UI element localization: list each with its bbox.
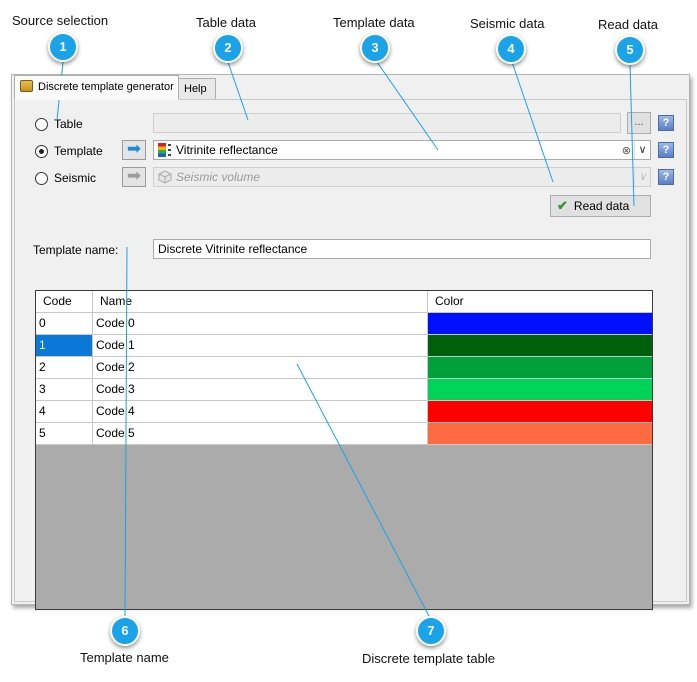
code-cell[interactable]: 5 [36, 423, 93, 445]
color-cell[interactable] [428, 357, 652, 379]
code-cell[interactable]: 4 [36, 401, 93, 423]
template-radio[interactable] [35, 144, 48, 158]
read-data-button[interactable]: ✔ Read data [550, 195, 651, 217]
browse-button[interactable]: ... [627, 112, 651, 134]
discrete-template-table: Code Name Color 0 Code 0 1 Code 1 2 Code… [35, 290, 653, 610]
generator-panel: Table ... ? Template ➡ Vitrinite reflect… [14, 99, 687, 610]
tab-help[interactable]: Help [178, 78, 216, 100]
callout-label-discrete-template-table: Discrete template table [362, 651, 495, 666]
clear-icon[interactable]: ⊗ [622, 144, 631, 157]
callout-label-seismic-data: Seismic data [470, 16, 545, 31]
source-seismic-option[interactable]: Seismic [35, 170, 96, 186]
table-radio-label: Table [54, 117, 83, 131]
checkmark-icon: ✔ [557, 198, 568, 213]
code-cell[interactable]: 0 [36, 313, 93, 335]
source-table-option[interactable]: Table [35, 116, 83, 132]
help-icon[interactable]: ? [658, 115, 674, 131]
seismic-combo-value: Seismic volume [176, 170, 261, 184]
dialog-window: Discrete template generator Help Table .… [11, 74, 690, 610]
name-cell[interactable]: Code 4 [93, 401, 428, 423]
color-cell[interactable] [428, 313, 652, 335]
callout-badge-7: 7 [416, 616, 446, 646]
code-cell[interactable]: 3 [36, 379, 93, 401]
template-combo-value: Vitrinite reflectance [176, 143, 278, 157]
callout-badge-2: 2 [213, 33, 243, 63]
color-cell[interactable] [428, 335, 652, 357]
seismic-radio-label: Seismic [54, 171, 97, 185]
callout-badge-1: 1 [48, 32, 78, 62]
tab-discrete-template-generator[interactable]: Discrete template generator [14, 75, 179, 100]
callout-label-source-selection: Source selection [12, 13, 109, 28]
name-cell[interactable]: Code 5 [93, 423, 428, 445]
table-row[interactable]: 1 Code 1 [36, 335, 652, 357]
callout-label-table-data: Table data [196, 15, 256, 30]
template-data-combo[interactable]: Vitrinite reflectance ⊗ ∨ [153, 140, 651, 160]
tab-label: Discrete template generator [38, 81, 174, 93]
table-row[interactable]: 3 Code 3 [36, 379, 652, 401]
callout-label-read-data: Read data [598, 17, 658, 32]
table-data-field [153, 113, 621, 133]
column-header-name[interactable]: Name [93, 291, 428, 313]
table-row[interactable]: 2 Code 2 [36, 357, 652, 379]
table-radio[interactable] [35, 117, 48, 131]
discrete-template-icon [158, 143, 172, 157]
code-cell[interactable]: 1 [36, 335, 93, 357]
seismic-data-combo: Seismic volume ∨ [153, 167, 651, 187]
callout-badge-3: 3 [360, 33, 390, 63]
source-template-option[interactable]: Template [35, 143, 103, 159]
color-cell[interactable] [428, 423, 652, 445]
chevron-down-icon[interactable]: ∨ [634, 141, 650, 159]
arrow-right-icon: ➡ [122, 167, 146, 187]
column-header-code[interactable]: Code [36, 291, 93, 313]
template-name-label: Template name: [33, 243, 119, 257]
callout-badge-6: 6 [110, 616, 140, 646]
callout-badge-5: 5 [615, 35, 645, 65]
column-header-color[interactable]: Color [428, 291, 652, 313]
table-row[interactable]: 0 Code 0 [36, 313, 652, 335]
name-cell[interactable]: Code 0 [93, 313, 428, 335]
tab-label: Help [184, 83, 207, 95]
name-cell[interactable]: Code 2 [93, 357, 428, 379]
callout-badge-4: 4 [496, 34, 526, 64]
arrow-right-icon[interactable]: ➡ [122, 140, 146, 160]
template-generator-icon [20, 80, 33, 92]
template-radio-label: Template [54, 144, 103, 158]
help-icon[interactable]: ? [658, 169, 674, 185]
table-row[interactable]: 4 Code 4 [36, 401, 652, 423]
color-cell[interactable] [428, 379, 652, 401]
seismic-cube-icon [158, 170, 172, 184]
template-name-input[interactable]: Discrete Vitrinite reflectance [153, 239, 651, 259]
callout-label-template-data: Template data [333, 15, 415, 30]
color-cell[interactable] [428, 401, 652, 423]
table-header-row: Code Name Color [36, 291, 652, 313]
name-cell[interactable]: Code 1 [93, 335, 428, 357]
chevron-down-icon: ∨ [634, 168, 650, 186]
help-icon[interactable]: ? [658, 142, 674, 158]
code-cell[interactable]: 2 [36, 357, 93, 379]
seismic-radio[interactable] [35, 171, 48, 185]
name-cell[interactable]: Code 3 [93, 379, 428, 401]
table-row[interactable]: 5 Code 5 [36, 423, 652, 445]
read-data-label: Read data [573, 199, 630, 213]
callout-label-template-name: Template name [80, 650, 169, 665]
